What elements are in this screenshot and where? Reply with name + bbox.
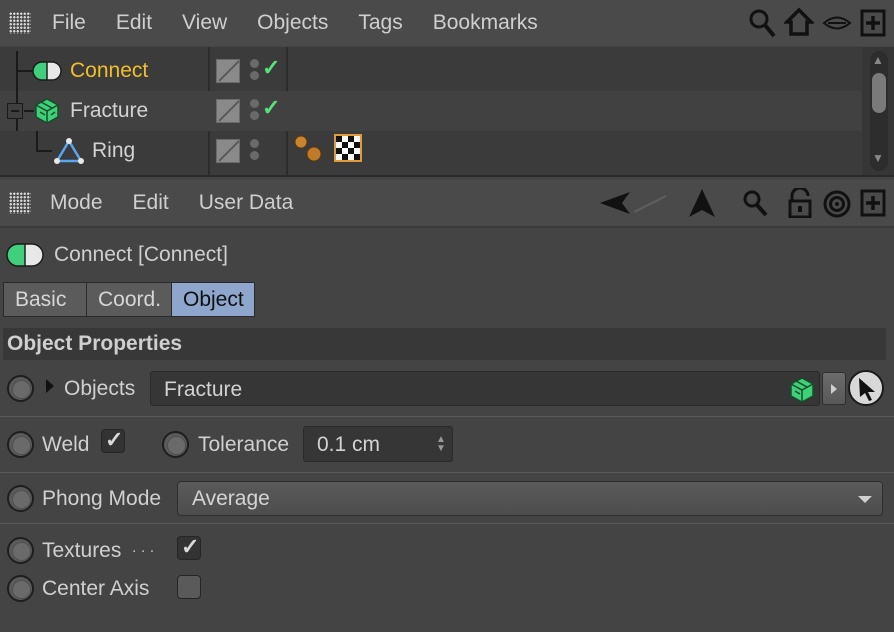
- object-name: Ring: [92, 139, 136, 162]
- object-row-fracture[interactable]: Fracture ✓: [0, 91, 862, 131]
- panel-divider: [0, 175, 894, 177]
- weld-radio[interactable]: [7, 431, 34, 458]
- texture-tag-icon[interactable]: [334, 134, 362, 162]
- editor-render-dots[interactable]: [250, 139, 260, 163]
- enabled-check-icon[interactable]: ✓: [262, 55, 280, 81]
- material-tag-icon[interactable]: [292, 133, 324, 171]
- pick-cursor-icon[interactable]: [848, 370, 884, 406]
- textures-dots: . . .: [132, 539, 155, 556]
- up-arrow-icon[interactable]: [688, 188, 716, 218]
- textures-label: Textures: [42, 539, 122, 562]
- objects-link-field[interactable]: Fracture: [150, 371, 820, 406]
- object-name: Fracture: [70, 99, 149, 122]
- checkmark-icon: ✓: [181, 534, 200, 559]
- menu-tags[interactable]: Tags: [358, 11, 402, 35]
- phong-mode-label: Phong Mode: [42, 487, 162, 510]
- objects-label: Objects: [64, 377, 136, 400]
- lock-icon[interactable]: [788, 188, 812, 218]
- visibility-toggle[interactable]: [216, 99, 240, 123]
- attribute-manager-menubar: Mode Edit User Data: [0, 180, 894, 226]
- object-row-ring[interactable]: Ring: [0, 131, 862, 171]
- scroll-down-icon[interactable]: ▼: [872, 151, 884, 165]
- new-panel-icon[interactable]: [860, 189, 886, 217]
- weld-checkbox[interactable]: ✓: [101, 427, 125, 453]
- panel-grip-icon[interactable]: [9, 12, 31, 34]
- tab-coord[interactable]: Coord.: [86, 282, 172, 317]
- menu-file[interactable]: File: [52, 11, 86, 35]
- home-icon[interactable]: [784, 7, 814, 37]
- tab-basic[interactable]: Basic: [3, 282, 87, 317]
- animate-radio[interactable]: [7, 375, 34, 402]
- back-arrow-icon[interactable]: [598, 190, 668, 216]
- center-axis-radio[interactable]: [7, 575, 34, 602]
- center-axis-label: Center Axis: [42, 577, 150, 600]
- scroll-thumb[interactable]: [872, 73, 886, 113]
- collapse-toggle[interactable]: [7, 103, 23, 119]
- menu-objects[interactable]: Objects: [257, 11, 328, 35]
- menu-edit[interactable]: Edit: [133, 191, 169, 215]
- tolerance-radio[interactable]: [162, 431, 189, 458]
- object-row-connect[interactable]: Connect ✓: [0, 51, 862, 91]
- eye-icon[interactable]: [822, 14, 852, 32]
- fracture-icon: [789, 376, 815, 410]
- vertical-scrollbar[interactable]: ▲ ▼: [862, 47, 894, 175]
- visibility-toggle[interactable]: [216, 59, 240, 83]
- textures-checkbox[interactable]: ✓: [177, 534, 201, 560]
- target-icon[interactable]: [822, 189, 852, 219]
- menu-user-data[interactable]: User Data: [199, 191, 294, 215]
- tolerance-label: Tolerance: [198, 433, 290, 456]
- menu-edit[interactable]: Edit: [116, 11, 152, 35]
- weld-label: Weld: [42, 433, 90, 456]
- chevron-down-icon: [858, 496, 872, 503]
- visibility-toggle[interactable]: [216, 139, 240, 163]
- section-heading: Object Properties: [3, 328, 886, 360]
- object-name: Connect: [70, 59, 149, 82]
- ring-icon: [54, 137, 84, 171]
- tab-object[interactable]: Object: [171, 282, 255, 317]
- link-arrow-button[interactable]: [822, 372, 846, 405]
- connect-icon: [32, 61, 62, 87]
- editor-render-dots[interactable]: [250, 59, 260, 83]
- panel-grip-icon[interactable]: [9, 192, 31, 214]
- new-panel-icon[interactable]: [860, 9, 886, 37]
- menu-bookmarks[interactable]: Bookmarks: [433, 11, 538, 35]
- fracture-icon: [34, 97, 60, 131]
- object-list: Connect ✓ Fracture ✓ Ring ▲ ▼: [0, 47, 894, 175]
- search-icon[interactable]: [742, 189, 768, 217]
- menu-mode[interactable]: Mode: [50, 191, 103, 215]
- phong-mode-dropdown[interactable]: Average: [177, 481, 883, 516]
- object-manager-menubar: File Edit View Objects Tags Bookmarks: [0, 0, 894, 46]
- stepper-arrows-icon[interactable]: ▲ ▼: [436, 435, 446, 454]
- tolerance-input[interactable]: 0.1 cm ▲ ▼: [303, 426, 453, 462]
- search-icon[interactable]: [748, 8, 776, 38]
- expand-triangle-icon[interactable]: [46, 379, 54, 393]
- enabled-check-icon[interactable]: ✓: [262, 95, 280, 121]
- center-axis-checkbox[interactable]: [177, 575, 201, 599]
- scroll-up-icon[interactable]: ▲: [872, 53, 884, 67]
- editor-render-dots[interactable]: [250, 99, 260, 123]
- menu-view[interactable]: View: [182, 11, 227, 35]
- phong-radio[interactable]: [7, 485, 34, 512]
- checkmark-icon: ✓: [105, 427, 124, 452]
- object-type-icon: [6, 243, 44, 273]
- textures-radio[interactable]: [7, 537, 34, 564]
- object-title: Connect [Connect]: [54, 243, 228, 266]
